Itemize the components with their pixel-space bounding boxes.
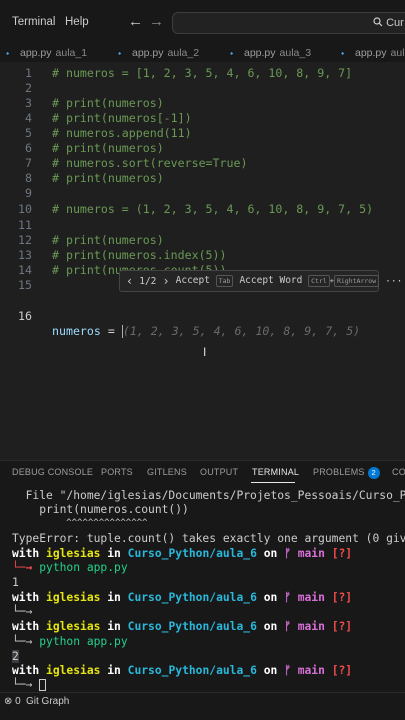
code-line: 3 # print(numeros) — [25, 96, 164, 110]
tab-comments[interactable]: CO — [392, 467, 405, 477]
code-line: 7 # numeros.sort(reverse=True) — [25, 156, 248, 170]
problems-count-badge: 2 — [367, 467, 380, 479]
code-line: 8 # print(numeros) — [25, 171, 164, 185]
panel-tabs: DEBUG CONSOLE PORTS GITLENS OUTPUT TERMI… — [0, 461, 405, 485]
terminal-output: 2 — [12, 650, 19, 663]
menu-help[interactable]: Help — [65, 16, 89, 28]
terminal-command: └─→ python app.py — [12, 635, 128, 648]
tab-debug-console[interactable]: DEBUG CONSOLE — [12, 467, 93, 477]
mouse-text-cursor-icon: I — [203, 345, 207, 359]
status-bar: ⊗ 0 Git Graph — [0, 692, 405, 720]
tab-app-aula-1[interactable]: ⬩ app.py aula_1 — [6, 44, 87, 62]
tab-gitlens[interactable]: GITLENS — [147, 467, 187, 477]
accept-word-button[interactable]: Accept Word Ctrl + RightArrow — [239, 275, 380, 287]
code-line: 13 # print(numeros.index(5)) — [18, 248, 227, 262]
tab-terminal[interactable]: TERMINAL — [252, 467, 299, 477]
next-suggestion-icon[interactable]: › — [162, 274, 169, 288]
tab-ports[interactable]: PORTS — [101, 467, 133, 477]
suggestion-count: 1/2 — [139, 275, 157, 287]
code-line: 10 # numeros = (1, 2, 3, 5, 4, 6, 10, 8, … — [18, 202, 374, 216]
tab-problems[interactable]: PROBLEMS 2 — [313, 467, 380, 479]
python-file-icon: ⬩ — [341, 48, 345, 58]
python-file-icon: ⬩ — [6, 48, 10, 58]
terminal-cursor — [39, 679, 47, 691]
terminal-prompt: with iglesias in Curso_Python/aula_6 on … — [12, 591, 353, 604]
search-text: Cur — [373, 17, 404, 29]
tab-output[interactable]: OUTPUT — [200, 467, 238, 477]
code-line: 5 # numeros.append(11) — [25, 126, 192, 140]
terminal-line: TypeError: tuple.count() takes exactly o… — [12, 532, 405, 545]
code-line-active[interactable]: 16 numeros = (1, 2, 3, 5, 4, 6, 10, 8, 9… — [0, 294, 405, 338]
code-line: 2 — [25, 81, 32, 95]
git-branch-icon: ᚠ — [284, 591, 291, 604]
terminal-output: 1 — [12, 576, 19, 589]
tab-app-aula-2[interactable]: ⬩ app.py aula_2 — [118, 44, 199, 62]
active-tab-indicator — [251, 482, 295, 483]
more-actions-icon[interactable]: ··· — [385, 276, 402, 287]
title-bar: Terminal Help ← → Cur — [0, 0, 405, 44]
code-editor[interactable]: 1 # numeros = [1, 2, 3, 5, 4, 6, 10, 8, 9… — [0, 62, 405, 460]
forward-arrow-icon[interactable]: → — [149, 13, 164, 30]
terminal-command: └─→ python app.py — [12, 561, 128, 574]
accept-button[interactable]: Accept Tab — [176, 275, 234, 287]
tab-app-aula-3[interactable]: ⬩ app.py aula_3 — [230, 44, 311, 62]
code-line: 6 # print(numeros) — [25, 141, 164, 155]
terminal-line: ^^^^^^^^^^^^^^^ — [12, 518, 148, 528]
terminal-prompt: with iglesias in Curso_Python/aula_6 on … — [12, 664, 353, 677]
terminal-prompt: with iglesias in Curso_Python/aula_6 on … — [12, 620, 353, 633]
command-center-search[interactable]: Cur — [172, 12, 405, 34]
problems-status[interactable]: ⊗ 0 — [4, 696, 21, 707]
search-icon — [373, 17, 383, 27]
terminal-line: print(numeros.count()) — [12, 503, 189, 516]
previous-suggestion-icon[interactable]: ‹ — [126, 274, 133, 288]
code-line: 4 # print(numeros[-1]) — [25, 111, 192, 125]
git-branch-icon: ᚠ — [284, 620, 291, 633]
code-line: 9 — [25, 186, 32, 200]
inline-suggestion-toolbar: ‹ 1/2 › Accept Tab Accept Word Ctrl + Righ… — [119, 270, 402, 292]
tab-key-hint: Tab — [215, 275, 234, 287]
code-line: 1 # numeros = [1, 2, 3, 5, 4, 6, 10, 8, 9… — [25, 66, 353, 80]
git-branch-icon: ᚠ — [284, 547, 291, 560]
code-line: 11 — [18, 218, 32, 232]
bottom-panel: DEBUG CONSOLE PORTS GITLENS OUTPUT TERMI… — [0, 460, 405, 692]
terminal-prompt: with iglesias in Curso_Python/aula_6 on … — [12, 547, 353, 560]
git-graph-button[interactable]: Git Graph — [26, 696, 69, 707]
menu-terminal[interactable]: Terminal — [12, 16, 55, 28]
terminal-input-line[interactable]: └─→ — [12, 678, 47, 692]
code-line: 12 # print(numeros) — [18, 233, 164, 247]
inline-suggestion-text: (1, 2, 3, 5, 4, 6, 10, 8, 9, 7, 5) — [122, 324, 361, 338]
python-file-icon: ⬩ — [230, 48, 234, 58]
back-arrow-icon[interactable]: ← — [128, 13, 143, 30]
terminal-command: └─→ — [12, 605, 33, 618]
python-file-icon: ⬩ — [118, 48, 122, 58]
tab-app-aula-next[interactable]: ⬩ app.py aula_ — [341, 44, 405, 62]
terminal-line: File "/home/iglesias/Documents/Projetos_… — [12, 489, 405, 502]
editor-tab-bar: ⬩ app.py aula_1 ⬩ app.py aula_2 ⬩ app.py… — [0, 44, 405, 62]
variable-numeros: numeros — [52, 324, 101, 338]
git-branch-icon: ᚠ — [284, 664, 291, 677]
